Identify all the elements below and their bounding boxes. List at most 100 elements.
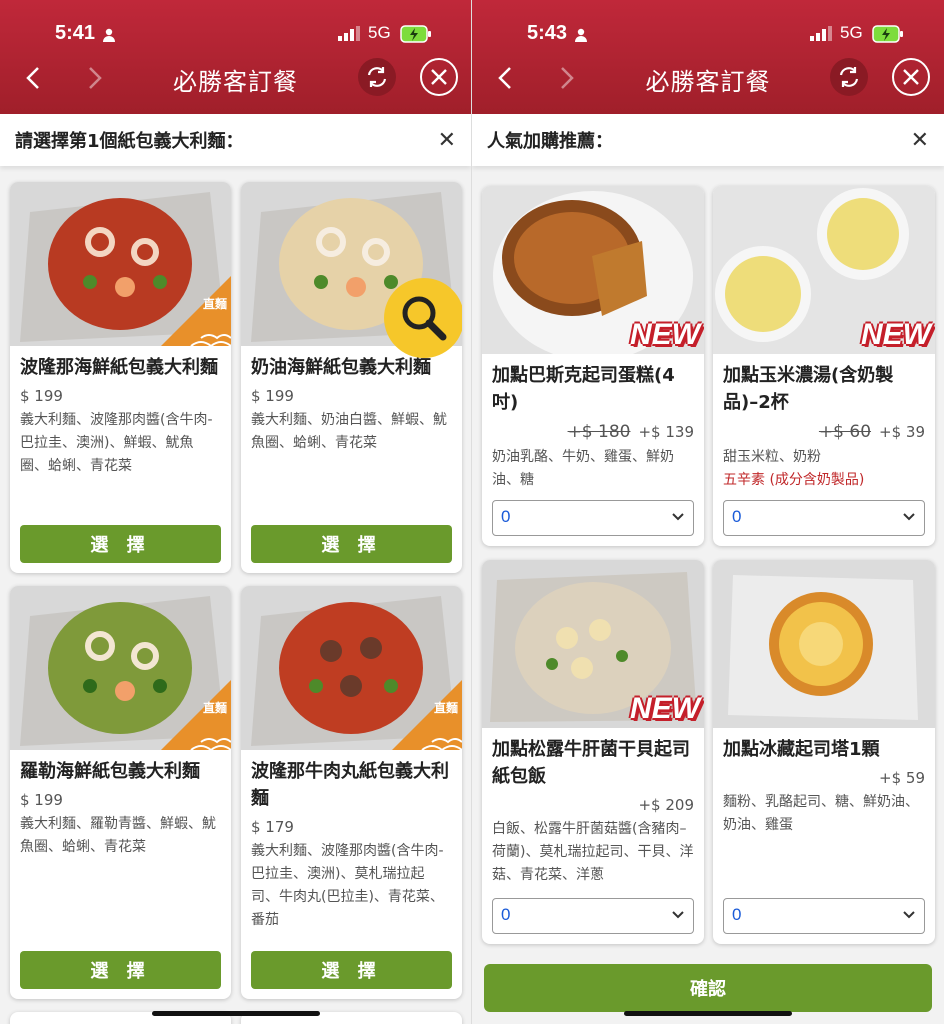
person-icon: [575, 28, 587, 42]
product-image: 直麵: [10, 586, 231, 750]
nav-title: 必勝客訂餐: [173, 68, 298, 96]
zhimian-badge: 直麵: [202, 701, 227, 715]
quantity-value: 0: [732, 905, 742, 924]
addon-card: 加點冰藏起司塔1顆 +$ 59 麵粉、乳酪起司、糖、鮮奶油、奶油、雞蛋 0: [713, 560, 935, 944]
addon-price-row: +$ 60 +$ 39: [713, 416, 935, 442]
product-card: 直麵 波隆那牛肉丸紙包義大利麵 $ 179 義大利麵、波隆那肉醬(含牛肉-巴拉圭…: [241, 586, 462, 999]
refresh-button[interactable]: [358, 58, 396, 96]
nav-bar: 必勝客訂餐: [472, 58, 944, 100]
addon-grid: NEW 加點巴斯克起司蛋糕(4吋) +$ 180 +$ 139 奶油乳酪、牛奶、雞…: [472, 166, 944, 1024]
addon-price-row: +$ 180 +$ 139: [482, 416, 704, 442]
chevron-down-icon: [903, 513, 915, 521]
subheader: 人氣加購推薦： ✕: [472, 114, 944, 166]
addon-image: NEW: [713, 186, 935, 354]
refresh-button[interactable]: [830, 58, 868, 96]
signal-icon: [338, 26, 360, 41]
top-bar: 5:43 5G 必勝客訂餐: [472, 0, 944, 114]
quantity-select[interactable]: 0: [492, 500, 694, 536]
home-indicator: [624, 1011, 792, 1016]
addon-name: 加點松露牛肝菌干貝起司紙包飯: [492, 739, 690, 787]
home-indicator: [152, 1011, 320, 1016]
addon-card: NEW 加點巴斯克起司蛋糕(4吋) +$ 180 +$ 139 奶油乳酪、牛奶、雞…: [482, 186, 704, 546]
product-image: 直麵: [241, 586, 462, 750]
refresh-icon: [839, 67, 859, 87]
addon-image: NEW: [482, 560, 704, 728]
signal-icon: [810, 26, 832, 41]
chevron-down-icon: [903, 911, 915, 919]
status-bar: 5:43 5G: [472, 20, 944, 50]
status-time: 5:41: [55, 22, 96, 44]
addon-name: 加點玉米濃湯(含奶製品)–2杯: [723, 365, 894, 413]
subheader-title: 人氣加購推薦：: [487, 131, 613, 152]
select-button[interactable]: 選 擇: [20, 525, 221, 563]
product-price: $ 199: [20, 791, 63, 809]
subheader: 請選擇第1個紙包義大利麵： ✕: [0, 114, 471, 166]
new-badge: NEW: [630, 692, 700, 725]
chevron-down-icon: [672, 513, 684, 521]
addon-image: [713, 560, 935, 728]
addon-price: +$ 139: [638, 423, 694, 441]
top-bar: 5:41 5G 必勝客訂餐: [0, 0, 471, 114]
addon-desc: 甜玉米粒、奶粉: [723, 449, 821, 465]
addon-image: NEW: [482, 186, 704, 354]
quantity-value: 0: [501, 507, 511, 526]
quantity-select[interactable]: 0: [723, 898, 925, 934]
quantity-select[interactable]: 0: [492, 898, 694, 934]
product-price: $ 199: [251, 387, 294, 405]
close-button[interactable]: [892, 58, 930, 96]
quantity-select[interactable]: 0: [723, 500, 925, 536]
addon-price-row: +$ 59: [713, 763, 935, 787]
select-button[interactable]: 選 擇: [20, 951, 221, 989]
battery-charging-icon: [872, 25, 903, 43]
nav-bar: 必勝客訂餐: [0, 58, 471, 100]
confirm-button[interactable]: 確認: [484, 964, 932, 1012]
addon-price: +$ 39: [879, 423, 925, 441]
zoom-button[interactable]: [384, 278, 462, 358]
product-name: 羅勒海鮮紙包義大利麵: [20, 761, 200, 782]
zhimian-badge: 直麵: [202, 297, 227, 311]
zhimian-badge: 直麵: [433, 701, 458, 715]
addon-old-price: +$ 60: [818, 422, 872, 442]
select-button[interactable]: 選 擇: [251, 525, 452, 563]
product-grid: 直麵 波隆那海鮮紙包義大利麵 $ 199 義大利麵、波隆那肉醬(含牛肉-巴拉圭、…: [0, 166, 471, 1024]
quantity-value: 0: [501, 905, 511, 924]
left-screen: 5:41 5G 必勝客訂餐 請選擇第1個紙包義大利麵： ✕ 直麵 波隆那海鮮紙包…: [0, 0, 472, 1024]
network-label: 5G: [368, 23, 391, 42]
product-name: 波隆那海鮮紙包義大利麵: [20, 357, 218, 378]
new-badge: NEW: [861, 318, 931, 351]
addon-price: +$ 59: [879, 769, 925, 787]
product-card: 直麵 波隆那海鮮紙包義大利麵 $ 199 義大利麵、波隆那肉醬(含牛肉-巴拉圭、…: [10, 182, 231, 573]
addon-card: NEW 加點玉米濃湯(含奶製品)–2杯 +$ 60 +$ 39 甜玉米粒、奶粉 五…: [713, 186, 935, 546]
select-button[interactable]: 選 擇: [251, 951, 452, 989]
addon-price-row: +$ 209: [482, 790, 704, 814]
addon-desc: 白飯、松露牛肝菌菇醬(含豬肉–荷蘭)、莫札瑞拉起司、干貝、洋菇、青花菜、洋蔥: [492, 821, 694, 883]
addon-card: NEW 加點松露牛肝菌干貝起司紙包飯 +$ 209 白飯、松露牛肝菌菇醬(含豬肉…: [482, 560, 704, 944]
product-card: 奶油海鮮紙包義大利麵 $ 199 義大利麵、奶油白醬、鮮蝦、魷魚圈、蛤蜊、青花菜…: [241, 182, 462, 573]
status-bar: 5:41 5G: [0, 20, 471, 50]
product-desc: 義大利麵、羅勒青醬、鮮蝦、魷魚圈、蛤蜊、青花菜: [20, 816, 216, 855]
nav-title: 必勝客訂餐: [645, 68, 771, 96]
close-button[interactable]: [420, 58, 458, 96]
addon-price: +$ 209: [638, 796, 694, 814]
close-icon: [903, 69, 919, 85]
refresh-icon: [367, 67, 387, 87]
network-label: 5G: [840, 23, 863, 42]
product-price: $ 199: [20, 387, 63, 405]
addon-note: 五辛素 (成分含奶製品): [723, 472, 865, 488]
product-price: $ 179: [251, 818, 294, 836]
subheader-title: 請選擇第1個紙包義大利麵：: [15, 131, 244, 152]
addon-name: 加點巴斯克起司蛋糕(4吋): [492, 365, 675, 413]
magnifier-icon: [402, 296, 447, 341]
status-time: 5:43: [527, 22, 568, 44]
close-icon: [431, 69, 447, 85]
right-screen: 5:43 5G 必勝客訂餐 人氣加購推薦： ✕ NEW 加點巴斯克起司蛋糕(4吋…: [472, 0, 944, 1024]
product-image: 直麵: [10, 182, 231, 346]
product-name: 波隆那牛肉丸紙包義大利麵: [251, 761, 449, 809]
addon-desc: 奶油乳酪、牛奶、雞蛋、鮮奶油、糖: [492, 449, 674, 488]
dismiss-icon[interactable]: ✕: [911, 128, 929, 153]
product-desc: 義大利麵、波隆那肉醬(含牛肉-巴拉圭、澳洲)、莫札瑞拉起司、牛肉丸(巴拉圭)、青…: [251, 843, 444, 928]
new-badge: NEW: [630, 318, 700, 351]
addon-desc: 麵粉、乳酪起司、糖、鮮奶油、奶油、雞蛋: [723, 794, 919, 833]
addon-old-price: +$ 180: [567, 422, 631, 442]
dismiss-icon[interactable]: ✕: [438, 128, 456, 153]
